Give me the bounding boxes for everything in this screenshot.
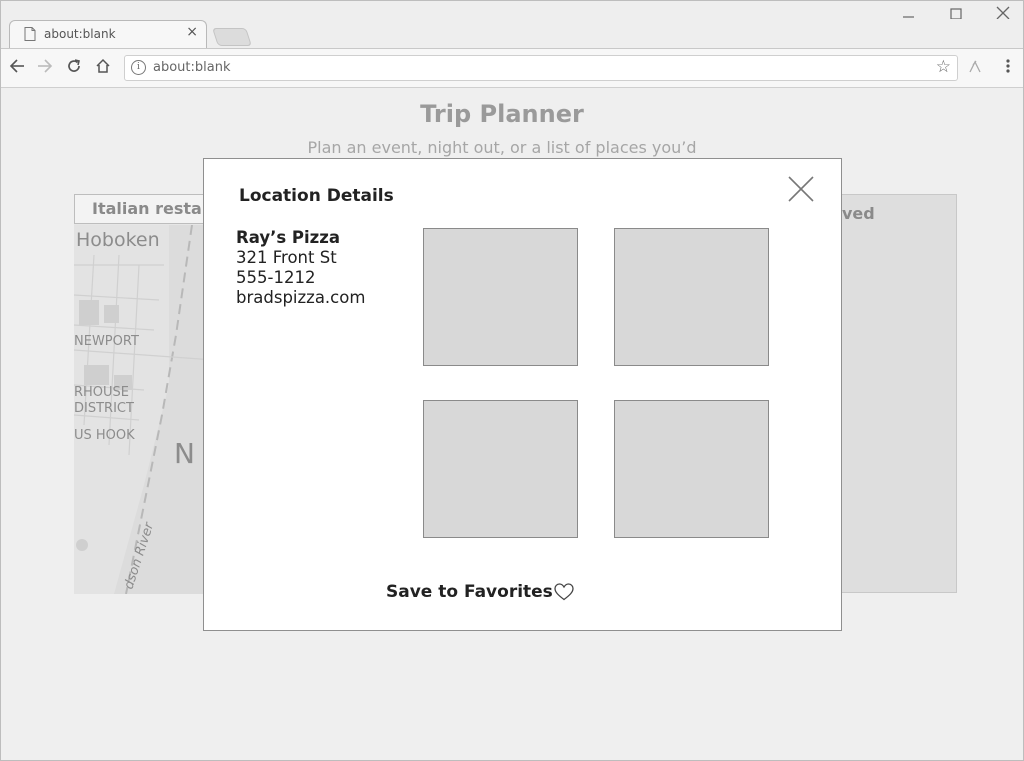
place-address: 321 Front St xyxy=(236,248,337,267)
star-icon[interactable]: ☆ xyxy=(936,57,951,77)
map-label-rhouse: RHOUSE xyxy=(74,385,129,400)
reload-icon[interactable] xyxy=(63,58,85,78)
saved-panel-label: ved xyxy=(842,204,875,223)
map-label-us-hook: US HOOK xyxy=(74,428,135,443)
tab-title: about:blank xyxy=(44,27,116,41)
home-icon[interactable] xyxy=(92,58,114,78)
window-close-icon[interactable] xyxy=(988,4,1018,28)
photo-placeholder[interactable] xyxy=(423,400,578,538)
place-name: Ray’s Pizza xyxy=(236,228,341,247)
forward-icon[interactable] xyxy=(34,58,56,78)
maximize-icon[interactable] xyxy=(941,4,971,28)
save-to-favorites-button[interactable]: Save to Favorites xyxy=(386,582,553,602)
map-label-hoboken: Hoboken xyxy=(76,229,160,251)
tab-strip: about:blank × xyxy=(1,1,1023,49)
page-icon xyxy=(24,27,36,41)
extension-icon[interactable] xyxy=(964,58,986,78)
url-text[interactable]: about:blank xyxy=(153,60,231,75)
page-title: Trip Planner xyxy=(420,100,584,128)
place-details: Ray’s Pizza 321 Front St 555-1212 bradsp… xyxy=(236,228,365,308)
new-tab-button[interactable] xyxy=(212,28,252,46)
browser-tab[interactable]: about:blank × xyxy=(9,20,207,49)
map-panel: Italian restau Hoboken NEWPORT RHOUSE DI… xyxy=(74,194,214,594)
heart-icon[interactable] xyxy=(554,583,574,601)
map[interactable]: Hoboken NEWPORT RHOUSE DISTRICT US HOOK … xyxy=(74,225,214,594)
map-label-n: N xyxy=(174,437,195,470)
minimize-icon[interactable] xyxy=(894,4,924,28)
map-label-newport: NEWPORT xyxy=(74,334,139,349)
photo-placeholder[interactable] xyxy=(614,400,769,538)
modal-title: Location Details xyxy=(239,186,394,206)
saved-panel: ved xyxy=(839,194,957,593)
info-icon[interactable]: i xyxy=(131,60,146,75)
photo-placeholder[interactable] xyxy=(614,228,769,366)
browser-window: about:blank × i about:blank ☆ Trip Plann… xyxy=(0,0,1024,761)
menu-icon[interactable] xyxy=(997,58,1019,78)
map-label-district: DISTRICT xyxy=(74,401,134,416)
back-icon[interactable] xyxy=(6,58,28,78)
address-bar[interactable]: i about:blank ☆ xyxy=(124,55,958,81)
location-details-modal: Location Details Ray’s Pizza 321 Front S… xyxy=(203,158,842,631)
browser-toolbar: i about:blank ☆ xyxy=(1,49,1023,88)
close-icon[interactable] xyxy=(787,175,815,203)
place-website[interactable]: bradspizza.com xyxy=(236,288,365,308)
photo-placeholder[interactable] xyxy=(423,228,578,366)
place-phone: 555-1212 xyxy=(236,268,316,287)
close-icon[interactable]: × xyxy=(186,24,198,40)
search-input[interactable]: Italian restau xyxy=(74,194,214,224)
page-subtitle: Plan an event, night out, or a list of p… xyxy=(307,138,697,157)
